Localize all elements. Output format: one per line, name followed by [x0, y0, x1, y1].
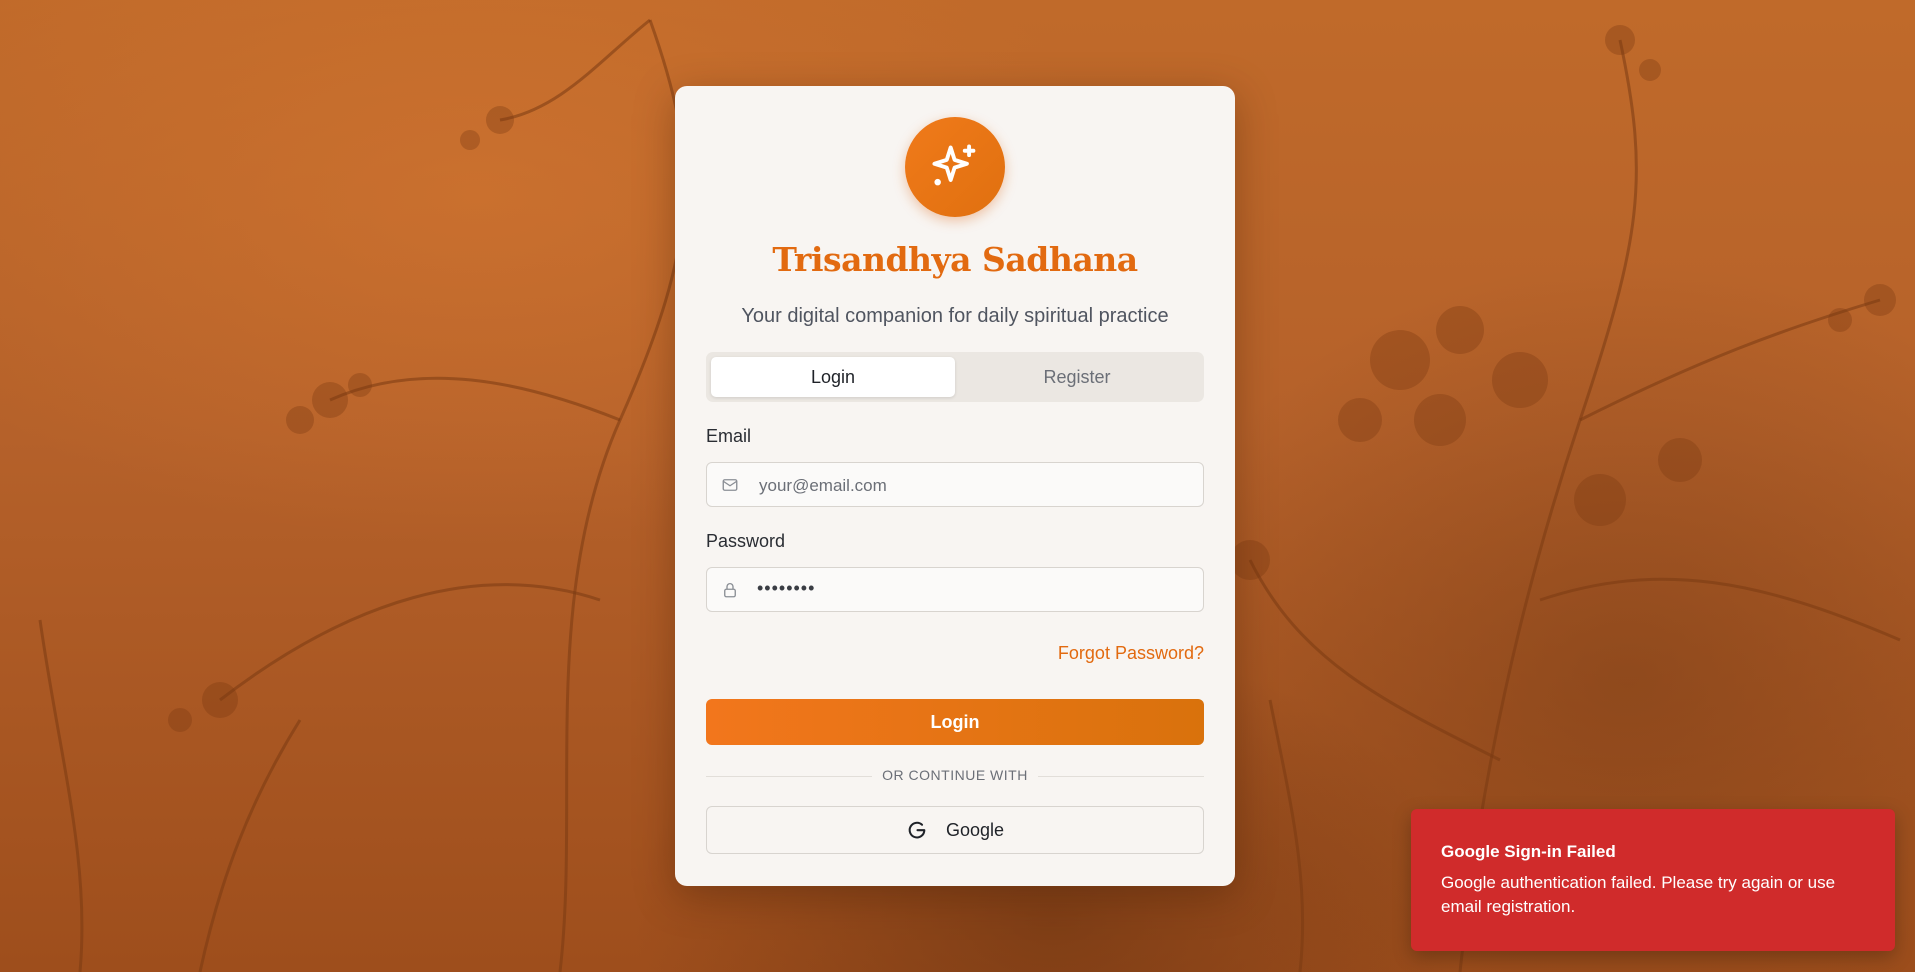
password-field[interactable]: •••••••• [706, 567, 1204, 612]
tab-register[interactable]: Register [955, 357, 1199, 397]
password-input[interactable]: •••••••• [757, 578, 815, 599]
app-logo [905, 117, 1005, 217]
toast-message: Google authentication failed. Please try… [1441, 873, 1836, 916]
divider-text: OR CONTINUE WITH [872, 767, 1038, 783]
auth-tabs: Login Register [706, 352, 1204, 402]
login-card: Trisandhya Sadhana Your digital companio… [675, 86, 1235, 886]
login-button[interactable]: Login [706, 699, 1204, 745]
google-signin-button[interactable]: Google [706, 806, 1204, 854]
divider-label: OR CONTINUE WITH [675, 767, 1235, 783]
google-icon [908, 821, 926, 839]
tab-login[interactable]: Login [711, 357, 955, 397]
password-label: Password [706, 531, 786, 551]
email-field[interactable] [706, 462, 1204, 508]
sparkles-icon [932, 144, 976, 186]
email-input[interactable] [757, 463, 1191, 508]
app-title: Trisandhya Sadhana [772, 240, 1138, 279]
toast-title: Google Sign-in Failed [1441, 842, 1616, 861]
lock-icon [724, 583, 736, 598]
mail-icon [722, 479, 738, 491]
app-subtitle: Your digital companion for daily spiritu… [741, 305, 1169, 327]
google-button-label: Google [945, 819, 1005, 840]
error-toast[interactable]: Google Sign-in Failed Google authenticat… [1411, 809, 1895, 951]
email-label: Email [706, 426, 752, 446]
forgot-password-link[interactable]: Forgot Password? [1058, 643, 1204, 664]
